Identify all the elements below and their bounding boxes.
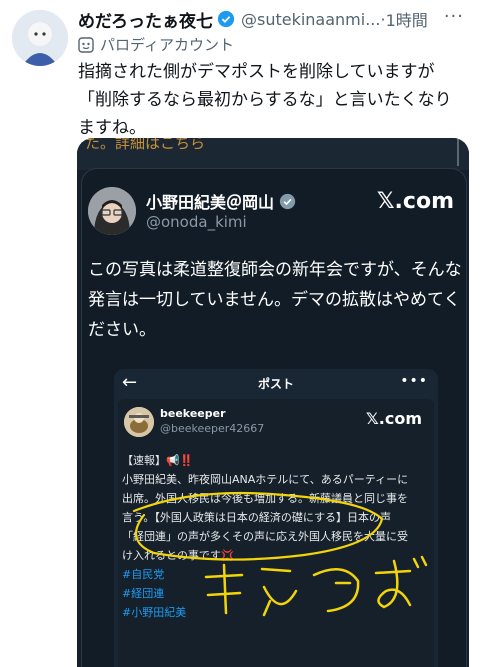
quoted-text-line: この写真は柔道整復師会の新年会ですが、そんな	[88, 260, 462, 280]
more-options-button[interactable]: ···	[444, 6, 464, 27]
parody-label-text: パロディアカウント	[100, 36, 234, 54]
quoted-post-text: この写真は柔道整復師会の新年会ですが、そんな 発言は一切していません。デマの拡散…	[88, 255, 464, 345]
quoted-author-handle: @onoda_kimi	[146, 213, 247, 231]
beekeeper-source-label: 𝕏.com	[365, 409, 422, 428]
embed-partial-text: た。詳細はこちら	[85, 138, 206, 152]
beekeeper-name: beekeeper	[160, 407, 226, 420]
quoted-text-line: ださい。	[88, 320, 156, 340]
post-time[interactable]: 1時間	[386, 7, 428, 31]
nested-post-screenshot: ← ポスト ••• beekeeper @beekeeper42667 𝕏.co…	[114, 369, 438, 667]
quoted-author-avatar	[88, 187, 136, 235]
beekeeper-text-line: 出席。外国人移民は今後も増加する。新藤議員と同じ事を	[122, 492, 408, 505]
hashtag-link: #小野田紀美	[122, 606, 187, 619]
parody-mask-icon	[78, 36, 94, 53]
post-text-line: 指摘された側がデマポストを削除していますが	[78, 62, 435, 82]
verified-badge-icon	[217, 10, 235, 28]
beekeeper-text-line: 言う。【外国人政策は日本の経済の礎にする】日本の声	[122, 511, 391, 524]
hashtag-link: #自民党	[122, 568, 165, 581]
beekeeper-text-line: 【速報】📢‼️	[122, 454, 194, 467]
embedded-screenshot-image[interactable]: た。詳細はこちら 小野田紀美＠岡山 @onoda_kimi 𝕏.com この写真…	[77, 138, 469, 667]
quoted-post-card: 小野田紀美＠岡山 @onoda_kimi 𝕏.com この写真は柔道整復師会の新…	[81, 168, 467, 667]
post-text: 指摘された側がデマポストを削除していますが 「削除するなら最初からするな」と言い…	[78, 58, 472, 142]
beekeeper-text-line: け入れるとの事です💢	[122, 549, 235, 562]
display-name[interactable]: めだろったぁ夜七	[78, 7, 213, 32]
parody-account-label: パロディアカウント	[78, 34, 234, 55]
nested-post-body: beekeeper @beekeeper42667 𝕏.com 【速報】📢‼️ …	[118, 399, 434, 667]
beekeeper-handle: @beekeeper42667	[160, 422, 265, 435]
post-header: めだろったぁ夜七 @sutekinaanmi... · 1時間 ···	[78, 6, 468, 32]
embed-top-strip: た。詳細はこちら	[77, 138, 469, 170]
quoted-source-label: 𝕏.com	[376, 189, 454, 214]
nested-nav-bar: ← ポスト •••	[114, 369, 438, 399]
quoted-author-name: 小野田紀美＠岡山	[146, 189, 296, 213]
nested-nav-title: ポスト	[257, 377, 294, 391]
post-text-line: 「削除するなら最初からするな」と言いたくなり	[78, 90, 452, 110]
beekeeper-text-line: 小野田紀美、昨夜岡山ANAホテルにて、あるパーティーに	[122, 473, 409, 486]
beekeeper-avatar	[124, 407, 154, 437]
quoted-author-name-text: 小野田紀美＠岡山	[146, 193, 275, 212]
quoted-text-line: 発言は一切していません。デマの拡散はやめてく	[88, 290, 461, 310]
beekeeper-post-text: 【速報】📢‼️ 小野田紀美、昨夜岡山ANAホテルにて、あるパーティーに 出席。外…	[122, 451, 432, 622]
embed-scroll-bar	[457, 138, 459, 166]
author-avatar[interactable]	[12, 10, 68, 66]
gray-verified-badge-icon	[279, 193, 296, 210]
nested-more-icon: •••	[400, 373, 428, 389]
hashtag-link: #経団連	[122, 587, 165, 600]
beekeeper-text-line: 「経団連」の声が多くその声に応え外国人移民を大量に受	[122, 530, 408, 543]
author-handle[interactable]: @sutekinaanmi...	[241, 10, 380, 29]
